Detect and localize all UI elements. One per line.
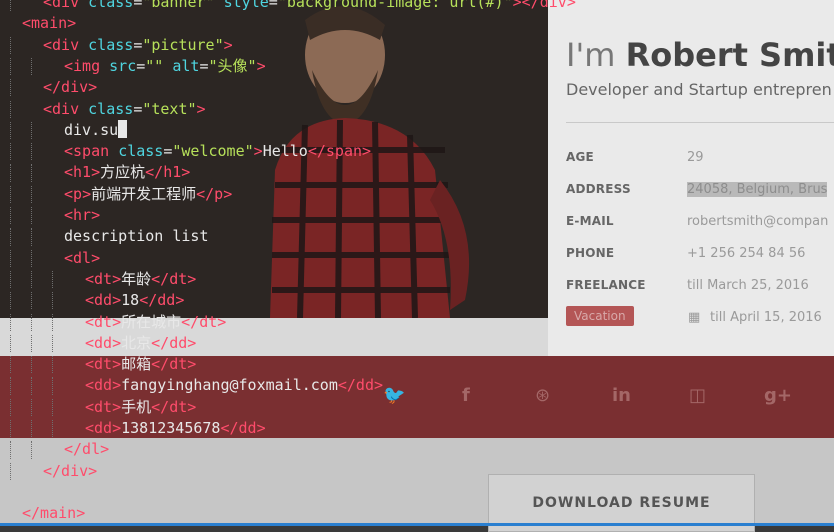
code-line: <div class="text">	[43, 99, 206, 118]
code-line: <dd>fangyinghang@foxmail.com</dd>	[85, 376, 384, 395]
indent-guide	[31, 313, 32, 331]
indent-guide	[10, 0, 11, 12]
code-line: </div>	[43, 78, 98, 97]
text-cursor	[118, 119, 128, 138]
code-line: <span class="welcome">Hello</span>	[64, 142, 372, 161]
code-line: <h1>方应杭</h1>	[64, 163, 191, 182]
indent-guide	[10, 292, 11, 310]
indent-guide	[31, 121, 32, 140]
indent-guide	[10, 398, 11, 416]
indent-guide	[31, 292, 32, 310]
indent-guide	[52, 292, 53, 310]
indent-guide	[10, 334, 11, 353]
code-line: </dl>	[64, 440, 110, 459]
code-line: <dd>北京</dd>	[85, 333, 197, 352]
indent-guide	[10, 207, 11, 225]
indent-guide	[10, 121, 11, 140]
indent-guide	[52, 377, 53, 395]
code-editor-overlay[interactable]: <div class="banner" style="background-im…	[0, 0, 834, 526]
indent-guide	[10, 377, 11, 395]
indent-guide	[52, 398, 53, 416]
indent-guide	[52, 313, 53, 331]
indent-guide	[10, 420, 11, 438]
indent-guide	[31, 398, 32, 416]
indent-guide	[52, 270, 53, 289]
code-line: <dl>	[64, 248, 101, 267]
indent-guide	[31, 228, 32, 246]
indent-guide	[10, 441, 11, 459]
code-line: <dt>手机</dt>	[85, 397, 197, 416]
code-line: <dd>18</dd>	[85, 291, 185, 310]
indent-guide	[52, 334, 53, 353]
indent-guide	[10, 100, 11, 118]
code-line: <hr>	[64, 206, 101, 224]
indent-guide	[10, 185, 11, 203]
code-line: <dt>所在城市</dt>	[85, 312, 227, 331]
indent-guide	[52, 420, 53, 438]
indent-guide	[10, 57, 11, 76]
code-line: </div>	[43, 461, 98, 480]
code-line: <dd>13812345678</dd>	[85, 419, 266, 437]
indent-guide	[31, 57, 32, 76]
indent-guide	[31, 334, 32, 353]
indent-guide	[31, 270, 32, 289]
indent-guide	[52, 356, 53, 374]
indent-guide	[10, 313, 11, 331]
code-line: <div class="picture">	[43, 35, 233, 54]
indent-guide	[31, 249, 32, 267]
indent-guide	[10, 164, 11, 182]
code-line: <dt>邮箱</dt>	[85, 355, 197, 374]
indent-guide	[31, 377, 32, 395]
indent-guide	[31, 185, 32, 203]
indent-guide	[31, 420, 32, 438]
code-line: <img src="" alt="头像">	[64, 56, 266, 75]
code-line: <div class="banner" style="background-im…	[43, 0, 576, 11]
indent-guide	[31, 164, 32, 182]
code-line: div.su	[64, 119, 128, 141]
indent-guide	[10, 249, 11, 267]
indent-guide	[10, 36, 11, 54]
indent-guide	[10, 228, 11, 246]
code-line: </main>	[22, 504, 86, 523]
indent-guide	[10, 143, 11, 161]
indent-guide	[10, 79, 11, 97]
code-line: <main>	[22, 14, 77, 33]
indent-guide	[10, 462, 11, 480]
code-line: <dt>年龄</dt>	[85, 269, 197, 288]
code-line: description list	[64, 227, 209, 246]
indent-guide	[31, 356, 32, 374]
indent-guide	[31, 143, 32, 161]
indent-guide	[10, 356, 11, 374]
code-line: <p>前端开发工程师</p>	[64, 184, 233, 203]
indent-guide	[31, 207, 32, 225]
indent-guide	[31, 441, 32, 459]
indent-guide	[10, 270, 11, 289]
